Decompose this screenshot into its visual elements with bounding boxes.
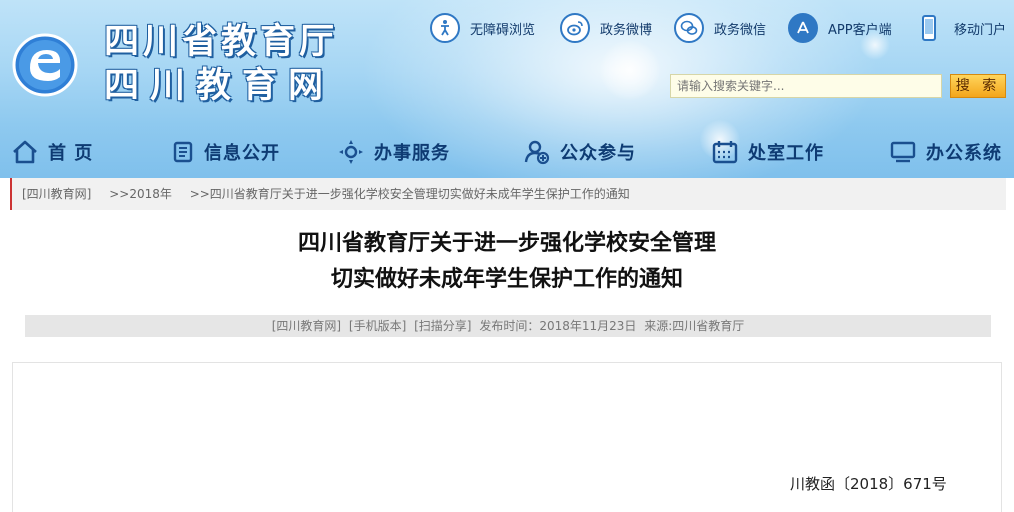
top-link-label: 政务微信 xyxy=(714,22,767,38)
nav-item-label: 办公系统 xyxy=(926,143,1002,164)
nav-item-label: 公众参与 xyxy=(560,143,636,164)
nav-item-office-system[interactable]: 办公系统 xyxy=(890,132,1002,172)
service-compass-icon xyxy=(338,139,364,165)
search-button[interactable]: 搜 索 xyxy=(950,74,1006,98)
site-title: 四川省教育厅 四川教育网 xyxy=(104,20,338,108)
nav-item-services[interactable]: 办事服务 xyxy=(338,132,450,172)
meta-source-site-link[interactable]: [四川教育网] xyxy=(272,319,341,333)
top-link-weibo[interactable]: 政务微博 xyxy=(560,12,652,44)
nav-item-label: 处室工作 xyxy=(748,143,824,164)
e-logo-icon xyxy=(12,33,78,97)
home-icon xyxy=(12,140,38,164)
meta-publish-time: 发布时间：2018年11月23日 xyxy=(479,319,637,333)
breadcrumb-current: >>四川省教育厅关于进一步强化学校安全管理切实做好未成年学生保护工作的通知 xyxy=(189,187,630,201)
top-link-mobile[interactable]: 移动门户 xyxy=(914,12,1006,44)
nav-item-label: 首 页 xyxy=(48,143,94,164)
document-list-icon xyxy=(172,141,194,163)
nav-item-department-work[interactable]: 处室工作 xyxy=(712,132,824,172)
calendar-icon xyxy=(712,140,738,164)
monitor-icon xyxy=(890,141,916,163)
nav-item-home[interactable]: 首 页 xyxy=(12,132,93,172)
site-logo[interactable] xyxy=(12,32,78,98)
accessibility-icon xyxy=(430,13,460,43)
top-link-app[interactable]: APP客户端 xyxy=(788,12,892,44)
top-link-label: 政务微博 xyxy=(600,22,653,38)
article-title-line2: 切实做好未成年学生保护工作的通知 xyxy=(330,267,683,292)
wechat-icon xyxy=(674,13,704,43)
top-link-accessibility[interactable]: 无障碍浏览 xyxy=(430,12,535,44)
main-nav: 首 页 信息公开 办事服务 公众参与 处室工作 办公系统 xyxy=(0,132,1014,172)
article-meta-bar: [四川教育网] [手机版本] [扫描分享] 发布时间：2018年11月23日 来… xyxy=(25,315,991,337)
app-store-icon xyxy=(788,13,818,43)
nav-item-label: 信息公开 xyxy=(204,143,280,164)
meta-origin: 来源:四川省教育厅 xyxy=(644,319,745,333)
meta-mobile-version-link[interactable]: [手机版本] xyxy=(349,319,406,333)
top-link-label: APP客户端 xyxy=(828,22,892,38)
breadcrumb-home-link[interactable]: [四川教育网] xyxy=(22,187,91,201)
meta-scan-share-link[interactable]: [扫描分享] xyxy=(414,319,471,333)
document-number: 川教函〔2018〕671号 xyxy=(790,475,947,493)
nav-item-info-disclosure[interactable]: 信息公开 xyxy=(172,132,280,172)
site-title-line2: 四川教育网 xyxy=(104,65,335,106)
nav-item-public-participation[interactable]: 公众参与 xyxy=(524,132,636,172)
search-input[interactable] xyxy=(670,74,942,98)
dandelion-decoration xyxy=(600,40,660,100)
breadcrumb: [四川教育网] >>2018年 >>四川省教育厅关于进一步强化学校安全管理切实做… xyxy=(10,178,1006,210)
nav-item-label: 办事服务 xyxy=(374,143,450,164)
breadcrumb-year-link[interactable]: >>2018年 xyxy=(109,187,172,201)
mobile-phone-icon xyxy=(914,13,944,43)
user-add-icon xyxy=(524,139,550,165)
article-title-line1: 四川省教育厅关于进一步强化学校安全管理 xyxy=(297,231,716,256)
top-link-label: 无障碍浏览 xyxy=(470,22,536,38)
site-header: 四川省教育厅 四川教育网 无障碍浏览 政务微博 政务微信 APP客户端 移动门户… xyxy=(0,0,1014,178)
weibo-icon xyxy=(560,13,590,43)
article-title: 四川省教育厅关于进一步强化学校安全管理 切实做好未成年学生保护工作的通知 xyxy=(0,226,1014,298)
top-link-wechat[interactable]: 政务微信 xyxy=(674,12,766,44)
top-link-label: 移动门户 xyxy=(954,22,1007,38)
site-title-line1: 四川省教育厅 xyxy=(104,21,339,62)
